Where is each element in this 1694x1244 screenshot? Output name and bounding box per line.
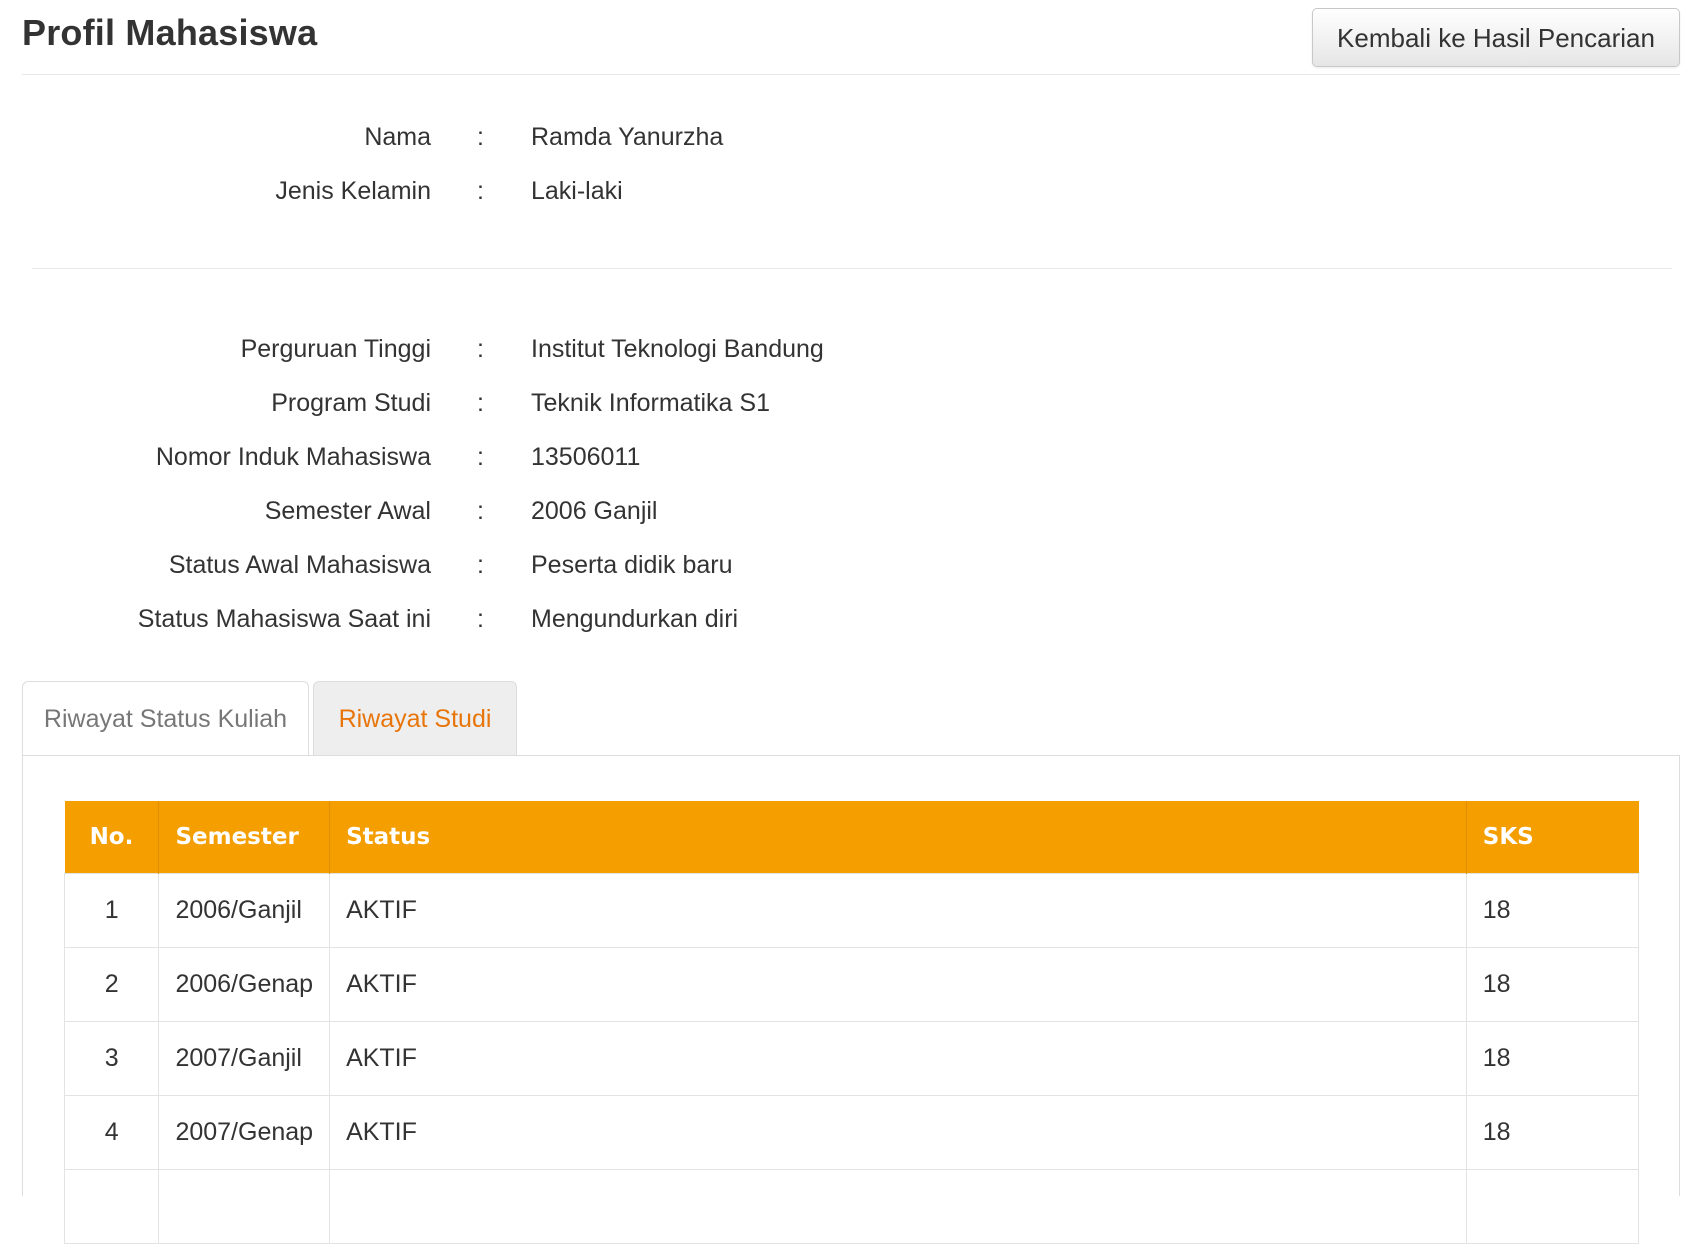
cell-semester: 2007/Genap: [158, 1095, 331, 1170]
status-history-table: No. Semester Status SKS 1 2006/Ganjil AK…: [63, 801, 1640, 1244]
info-value: Institut Teknologi Bandung: [531, 335, 824, 363]
info-value: 13506011: [531, 443, 641, 471]
page-title: Profil Mahasiswa: [22, 12, 318, 53]
page-header: Profil Mahasiswa Kembali ke Hasil Pencar…: [22, 0, 1680, 75]
cell-status: AKTIF: [329, 1021, 1467, 1096]
tab-riwayat-studi[interactable]: Riwayat Studi: [313, 681, 517, 756]
personal-info: Nama : Ramda Yanurzha Jenis Kelamin : La…: [0, 110, 1694, 218]
info-separator: :: [477, 123, 484, 151]
info-separator: :: [477, 443, 484, 471]
cell-no: 1: [63, 873, 160, 948]
info-row-perguruan-tinggi: Perguruan Tinggi : Institut Teknologi Ba…: [0, 322, 1694, 376]
column-header-no: No.: [64, 801, 160, 874]
info-label: Nama: [364, 123, 431, 151]
cell-sks: [1465, 1169, 1640, 1244]
table-row: [63, 1169, 1640, 1244]
section-divider: [32, 268, 1672, 269]
academic-info: Perguruan Tinggi : Institut Teknologi Ba…: [0, 322, 1694, 646]
cell-status: [329, 1169, 1467, 1244]
cell-sks: 18: [1465, 1095, 1640, 1170]
back-to-search-results-button[interactable]: Kembali ke Hasil Pencarian: [1312, 8, 1680, 67]
info-value: Peserta didik baru: [531, 551, 733, 579]
info-label: Nomor Induk Mahasiswa: [155, 443, 431, 471]
info-separator: :: [477, 389, 484, 417]
info-label: Program Studi: [271, 389, 431, 417]
profile-page: Profil Mahasiswa Kembali ke Hasil Pencar…: [0, 0, 1694, 1244]
table-row: 3 2007/Ganjil AKTIF 18: [63, 1021, 1640, 1096]
cell-status: AKTIF: [329, 1095, 1467, 1170]
cell-semester: 2006/Genap: [158, 947, 331, 1022]
column-header-sks: SKS: [1466, 801, 1639, 874]
info-label: Jenis Kelamin: [275, 177, 431, 205]
info-row-nama: Nama : Ramda Yanurzha: [0, 110, 1694, 164]
table-row: 2 2006/Genap AKTIF 18: [63, 947, 1640, 1022]
info-separator: :: [477, 177, 484, 205]
info-row-status-awal: Status Awal Mahasiswa : Peserta didik ba…: [0, 538, 1694, 592]
table-row: 4 2007/Genap AKTIF 18: [63, 1095, 1640, 1170]
cell-no: [63, 1169, 160, 1244]
info-row-status-saat-ini: Status Mahasiswa Saat ini : Mengundurkan…: [0, 592, 1694, 646]
info-separator: :: [477, 335, 484, 363]
column-header-semester: Semester: [158, 801, 331, 874]
cell-sks: 18: [1465, 873, 1640, 948]
info-value: Ramda Yanurzha: [531, 123, 724, 151]
cell-semester: 2007/Ganjil: [158, 1021, 331, 1096]
cell-sks: 18: [1465, 1021, 1640, 1096]
cell-no: 4: [63, 1095, 160, 1170]
cell-status: AKTIF: [329, 873, 1467, 948]
cell-status: AKTIF: [329, 947, 1467, 1022]
info-label: Perguruan Tinggi: [240, 335, 431, 363]
tab-panel-riwayat-status-kuliah: No. Semester Status SKS 1 2006/Ganjil AK…: [22, 755, 1680, 1244]
column-header-status: Status: [329, 801, 1467, 874]
info-value: Mengundurkan diri: [531, 605, 739, 633]
info-value: 2006 Ganjil: [531, 497, 658, 525]
info-row-semester-awal: Semester Awal : 2006 Ganjil: [0, 484, 1694, 538]
info-separator: :: [477, 605, 484, 633]
cell-sks: 18: [1465, 947, 1640, 1022]
cell-no: 2: [63, 947, 160, 1022]
table-row: 1 2006/Ganjil AKTIF 18: [63, 873, 1640, 948]
info-label: Status Awal Mahasiswa: [168, 551, 431, 579]
info-label: Semester Awal: [264, 497, 431, 525]
tab-riwayat-status-kuliah[interactable]: Riwayat Status Kuliah: [22, 681, 309, 758]
cell-no: 3: [63, 1021, 160, 1096]
table-header-row: No. Semester Status SKS: [64, 801, 1639, 874]
info-label: Status Mahasiswa Saat ini: [137, 605, 431, 633]
info-row-program-studi: Program Studi : Teknik Informatika S1: [0, 376, 1694, 430]
cell-semester: [158, 1169, 331, 1244]
info-row-nim: Nomor Induk Mahasiswa : 13506011: [0, 430, 1694, 484]
cell-semester: 2006/Ganjil: [158, 873, 331, 948]
info-separator: :: [477, 551, 484, 579]
info-value: Laki-laki: [531, 177, 623, 205]
info-value: Teknik Informatika S1: [531, 389, 770, 417]
info-row-jenis-kelamin: Jenis Kelamin : Laki-laki: [0, 164, 1694, 218]
info-separator: :: [477, 497, 484, 525]
